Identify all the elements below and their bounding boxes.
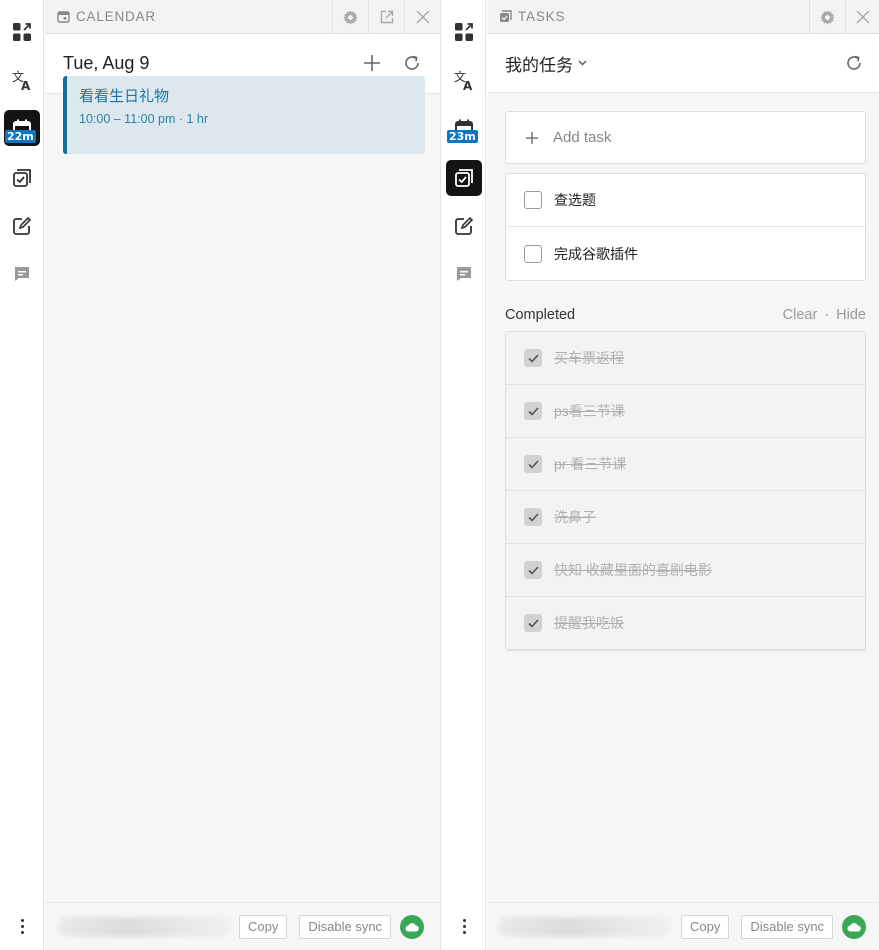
task-list-bar: 我的任务 — [487, 34, 879, 93]
chevron-down-icon — [578, 60, 587, 66]
copy-button[interactable]: Copy — [681, 914, 730, 939]
completed-task-item[interactable]: 提醒我吃饭 — [506, 597, 865, 650]
calendar-event[interactable]: 看看生日礼物 10:00 – 11:00 pm · 1 hr — [63, 76, 425, 154]
refresh-icon[interactable] — [845, 54, 863, 77]
checked-checkbox[interactable] — [524, 561, 542, 579]
calendar-date: Tue, Aug 9 — [63, 53, 150, 73]
close-icon[interactable] — [404, 0, 440, 34]
completed-task-item[interactable]: ps看三节课 — [506, 385, 865, 438]
calendar-header-icon — [57, 10, 70, 23]
completed-label: Completed — [505, 307, 576, 323]
completed-task-label: ps看三节课 — [554, 403, 625, 419]
copy-button[interactable]: Copy — [239, 914, 288, 939]
task-item[interactable]: 完成谷歌插件 — [506, 227, 865, 280]
header-separator: · — [824, 307, 830, 323]
close-icon[interactable] — [845, 0, 879, 34]
event-title: 看看生日礼物 — [79, 88, 170, 105]
open-tasks-list: 查选题 完成谷歌插件 — [505, 173, 866, 281]
task-item[interactable]: 查选题 — [506, 174, 865, 227]
completed-task-label: 洗鼻子 — [554, 509, 596, 525]
completed-task-item[interactable]: 洗鼻子 — [506, 491, 865, 544]
calendar-title: CALENDAR — [76, 9, 156, 24]
settings-icon[interactable] — [809, 0, 845, 34]
completed-task-item[interactable]: 买车票返程 — [506, 332, 865, 385]
chat-icon[interactable] — [446, 256, 482, 292]
completed-task-label: 提醒我吃饭 — [554, 615, 624, 631]
task-list-name: 我的任务 — [505, 55, 573, 75]
svg-text:A: A — [463, 79, 473, 91]
more-icon[interactable] — [457, 914, 471, 938]
tasks-footer: Copy Disable sync — [487, 902, 879, 950]
plus-icon[interactable] — [363, 54, 381, 77]
tasks-header: TASKS — [487, 0, 879, 34]
hide-completed-link[interactable]: Hide — [836, 307, 866, 323]
cloud-icon[interactable] — [842, 914, 867, 939]
cloud-icon[interactable] — [400, 914, 425, 939]
widgets-icon[interactable] — [446, 14, 482, 50]
calendar-panel: CALENDAR Tue, Aug 9 看看生日礼物 10:00 – 11:00… — [45, 0, 441, 950]
app-rail-left: 文A 22m — [0, 0, 44, 950]
widgets-icon[interactable] — [4, 14, 40, 50]
completed-task-label: 买车票返程 — [554, 350, 624, 366]
account-email-blurred — [499, 916, 671, 937]
chat-icon[interactable] — [4, 256, 40, 292]
tasks-icon[interactable] — [446, 160, 482, 196]
svg-text:A: A — [21, 79, 31, 91]
plus-icon — [525, 131, 539, 145]
checked-checkbox[interactable] — [524, 349, 542, 367]
calendar-footer: Copy Disable sync — [45, 902, 440, 950]
checked-checkbox[interactable] — [524, 508, 542, 526]
completed-task-label: 快知 收藏里面的喜剧电影 — [554, 562, 712, 578]
add-task-card: Add task — [505, 111, 866, 164]
completed-task-label: pr 看三节课 — [554, 456, 627, 472]
completed-task-item[interactable]: pr 看三节课 — [506, 438, 865, 491]
task-label: 完成谷歌插件 — [554, 245, 638, 262]
translate-icon[interactable]: 文A — [446, 62, 482, 98]
checked-checkbox[interactable] — [524, 455, 542, 473]
tasks-header-icon — [499, 10, 512, 23]
task-checkbox[interactable] — [524, 191, 542, 209]
task-label: 查选题 — [554, 192, 596, 208]
notes-icon[interactable] — [446, 208, 482, 244]
translate-icon[interactable]: 文A — [4, 62, 40, 98]
disable-sync-button[interactable]: Disable sync — [741, 914, 834, 939]
completed-tasks-list: 买车票返程 ps看三节课 pr 看三节课 洗鼻子 快知 收藏里面的喜剧电影 提醒… — [505, 331, 866, 651]
popout-icon[interactable] — [368, 0, 404, 34]
account-email-blurred — [59, 916, 231, 937]
add-task-label: Add task — [553, 129, 612, 146]
clear-completed-link[interactable]: Clear — [783, 307, 818, 323]
app-rail-right: 文A 23m — [442, 0, 486, 950]
settings-icon[interactable] — [332, 0, 368, 34]
notes-icon[interactable] — [4, 208, 40, 244]
more-icon[interactable] — [15, 914, 29, 938]
calendar-icon[interactable]: 22m — [4, 110, 40, 146]
completed-section-header: Completed Clear · Hide — [505, 306, 866, 324]
refresh-icon[interactable] — [403, 54, 421, 77]
calendar-header: CALENDAR — [45, 0, 440, 34]
tasks-icon[interactable] — [4, 160, 40, 196]
calendar-badge: 23m — [447, 130, 478, 143]
task-checkbox[interactable] — [524, 244, 542, 263]
tasks-title: TASKS — [518, 9, 566, 24]
checked-checkbox[interactable] — [524, 402, 542, 420]
calendar-icon[interactable]: 23m — [446, 110, 482, 146]
completed-task-item[interactable]: 快知 收藏里面的喜剧电影 — [506, 544, 865, 597]
checked-checkbox[interactable] — [524, 614, 542, 632]
disable-sync-button[interactable]: Disable sync — [299, 914, 392, 939]
calendar-badge: 22m — [5, 130, 36, 143]
tasks-panel: TASKS 我的任务 Add task 查选题 完成谷歌插件 Completed… — [487, 0, 879, 950]
task-list-selector[interactable]: 我的任务 — [505, 51, 587, 76]
add-task-button[interactable]: Add task — [506, 112, 865, 163]
event-time: 10:00 – 11:00 pm · 1 hr — [79, 112, 209, 126]
